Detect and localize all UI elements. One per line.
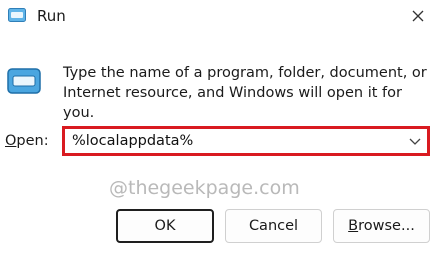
ok-button[interactable]: OK — [116, 209, 214, 243]
chevron-down-icon[interactable] — [409, 136, 421, 146]
browse-rest: rowse... — [358, 218, 415, 234]
dialog-description: Type the name of a program, folder, docu… — [63, 65, 427, 121]
cancel-button-label: Cancel — [248, 218, 299, 234]
browse-button[interactable]: Browse... — [333, 209, 430, 243]
open-input[interactable]: %localappdata% — [72, 133, 193, 149]
close-button[interactable] — [404, 2, 432, 30]
window-title: Run — [37, 7, 66, 25]
browse-accel: B — [348, 218, 359, 234]
run-icon — [7, 68, 41, 94]
open-label-rest: pen: — [16, 133, 49, 149]
cancel-button[interactable]: Cancel — [225, 209, 322, 243]
open-label: Open: — [5, 133, 49, 149]
watermark: @thegeekpage.com — [109, 177, 300, 199]
title-bar: Run — [0, 0, 440, 34]
ok-button-label: OK — [154, 218, 176, 234]
browse-button-label: Browse... — [348, 218, 415, 234]
open-combobox[interactable]: %localappdata% — [62, 126, 430, 156]
close-icon — [412, 10, 424, 22]
run-app-icon — [8, 8, 26, 22]
open-label-accel: O — [5, 133, 17, 149]
